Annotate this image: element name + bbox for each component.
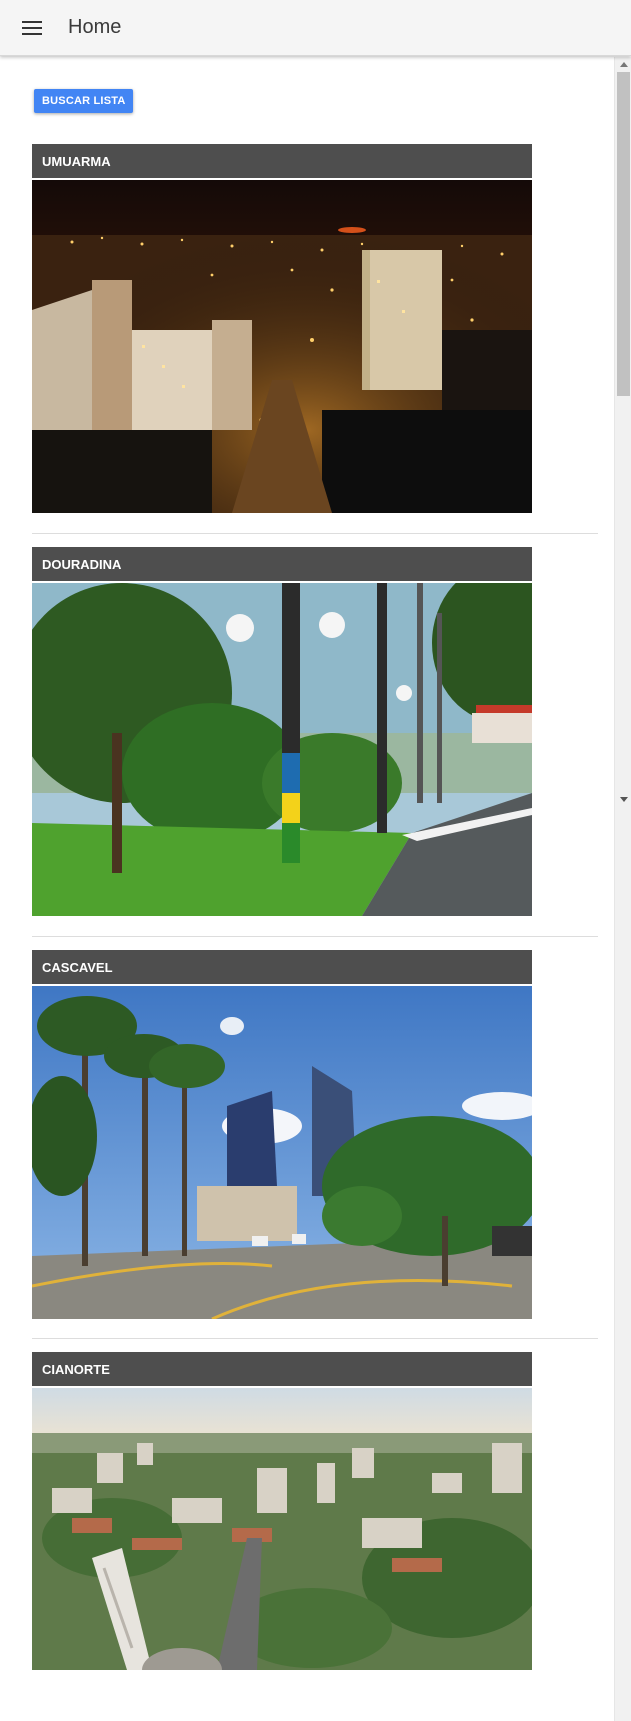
card-title: CIANORTE xyxy=(32,1352,532,1388)
page-title: Home xyxy=(68,16,122,38)
card-title: DOURADINA xyxy=(32,547,532,583)
arrow-up-icon[interactable] xyxy=(615,57,631,71)
card-title: UMUARMA xyxy=(32,144,532,180)
city-photo xyxy=(32,180,532,513)
top-toolbar: Home xyxy=(0,0,631,56)
city-photo xyxy=(32,986,532,1319)
city-card-umuarma[interactable]: UMUARMA xyxy=(32,144,532,513)
vertical-scrollbar[interactable] xyxy=(614,57,631,1721)
city-photo xyxy=(32,583,532,916)
card-divider xyxy=(32,1338,598,1339)
city-card-douradina[interactable]: DOURADINA xyxy=(32,547,532,916)
city-photo xyxy=(32,1388,532,1721)
main-content: BUSCAR LISTA UMUARMA DOURADINA CASCAVEL … xyxy=(0,57,614,1721)
card-divider xyxy=(32,936,598,937)
menu-icon[interactable] xyxy=(18,14,46,42)
card-title: CASCAVEL xyxy=(32,950,532,986)
arrow-down-icon[interactable] xyxy=(615,792,631,806)
city-card-cianorte[interactable]: CIANORTE xyxy=(32,1352,532,1721)
city-card-cascavel[interactable]: CASCAVEL xyxy=(32,950,532,1319)
buscar-lista-button[interactable]: BUSCAR LISTA xyxy=(34,89,134,113)
scrollbar-thumb[interactable] xyxy=(617,72,630,396)
card-divider xyxy=(32,533,598,534)
